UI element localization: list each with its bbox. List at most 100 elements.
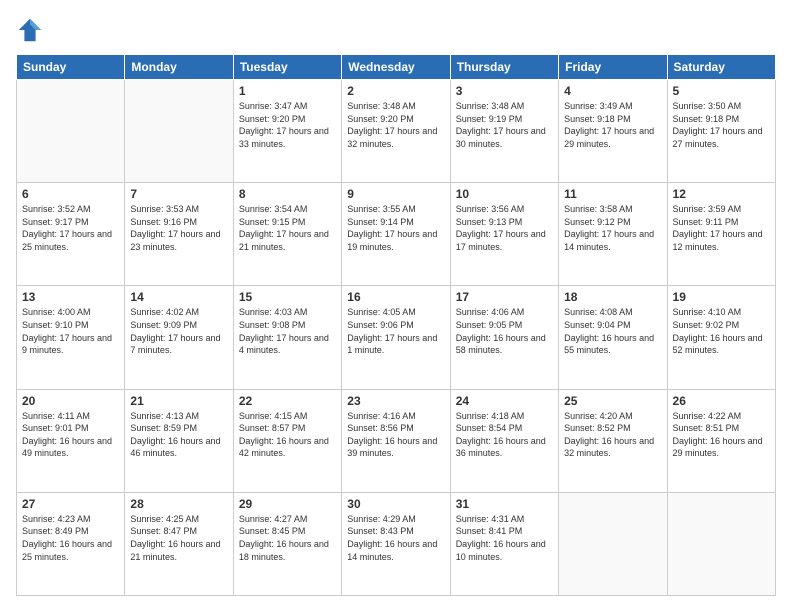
week-row-3: 13 Sunrise: 4:00 AMSunset: 9:10 PMDayligh… xyxy=(17,286,776,389)
day-number: 18 xyxy=(564,290,661,304)
calendar-cell: 9Sunrise: 3:55 AMSunset: 9:14 PMDaylight… xyxy=(342,183,450,286)
day-info: Sunrise: 3:53 AMSunset: 9:16 PMDaylight:… xyxy=(130,203,227,253)
day-number: 23 xyxy=(347,394,444,408)
day-number: 15 xyxy=(239,290,336,304)
calendar-cell: 6 Sunrise: 3:52 AMSunset: 9:17 PMDaylight… xyxy=(17,183,125,286)
calendar-cell: 7 Sunrise: 3:53 AMSunset: 9:16 PMDaylight… xyxy=(125,183,233,286)
day-info: Sunrise: 3:50 AMSunset: 9:18 PMDaylight:… xyxy=(673,100,770,150)
calendar-cell: 8 Sunrise: 3:54 AMSunset: 9:15 PMDaylight… xyxy=(233,183,341,286)
day-number: 7 xyxy=(130,187,227,201)
weekday-header-row: SundayMondayTuesdayWednesdayThursdayFrid… xyxy=(17,55,776,80)
calendar-cell: 12 Sunrise: 3:59 AMSunset: 9:11 PMDayligh… xyxy=(667,183,775,286)
calendar-cell: 18Sunrise: 4:08 AMSunset: 9:04 PMDayligh… xyxy=(559,286,667,389)
calendar-cell: 16 Sunrise: 4:05 AMSunset: 9:06 PMDayligh… xyxy=(342,286,450,389)
day-info: Sunrise: 4:10 AMSunset: 9:02 PMDaylight:… xyxy=(673,306,770,356)
day-info: Sunrise: 4:20 AMSunset: 8:52 PMDaylight:… xyxy=(564,410,661,460)
week-row-5: 27 Sunrise: 4:23 AMSunset: 8:49 PMDayligh… xyxy=(17,492,776,595)
calendar-cell: 22 Sunrise: 4:15 AMSunset: 8:57 PMDayligh… xyxy=(233,389,341,492)
day-info: Sunrise: 4:03 AMSunset: 9:08 PMDaylight:… xyxy=(239,306,336,356)
day-number: 11 xyxy=(564,187,661,201)
day-number: 3 xyxy=(456,84,553,98)
day-number: 19 xyxy=(673,290,770,304)
day-number: 14 xyxy=(130,290,227,304)
logo-icon xyxy=(16,16,44,44)
calendar-cell: 27 Sunrise: 4:23 AMSunset: 8:49 PMDayligh… xyxy=(17,492,125,595)
day-info: Sunrise: 3:56 AMSunset: 9:13 PMDaylight:… xyxy=(456,203,553,253)
day-number: 27 xyxy=(22,497,119,511)
calendar-cell: 11 Sunrise: 3:58 AMSunset: 9:12 PMDayligh… xyxy=(559,183,667,286)
day-number: 24 xyxy=(456,394,553,408)
calendar-cell: 28 Sunrise: 4:25 AMSunset: 8:47 PMDayligh… xyxy=(125,492,233,595)
day-info: Sunrise: 3:48 AMSunset: 9:19 PMDaylight:… xyxy=(456,100,553,150)
day-number: 26 xyxy=(673,394,770,408)
calendar-cell: 25 Sunrise: 4:20 AMSunset: 8:52 PMDayligh… xyxy=(559,389,667,492)
calendar-cell: 10 Sunrise: 3:56 AMSunset: 9:13 PMDayligh… xyxy=(450,183,558,286)
calendar-cell: 23Sunrise: 4:16 AMSunset: 8:56 PMDayligh… xyxy=(342,389,450,492)
day-number: 20 xyxy=(22,394,119,408)
day-info: Sunrise: 3:59 AMSunset: 9:11 PMDaylight:… xyxy=(673,203,770,253)
calendar-cell: 5Sunrise: 3:50 AMSunset: 9:18 PMDaylight… xyxy=(667,80,775,183)
weekday-header-thursday: Thursday xyxy=(450,55,558,80)
calendar-cell: 26 Sunrise: 4:22 AMSunset: 8:51 PMDayligh… xyxy=(667,389,775,492)
day-info: Sunrise: 3:52 AMSunset: 9:17 PMDaylight:… xyxy=(22,203,119,253)
day-number: 9 xyxy=(347,187,444,201)
week-row-1: 1 Sunrise: 3:47 AMSunset: 9:20 PMDaylight… xyxy=(17,80,776,183)
day-info: Sunrise: 4:13 AMSunset: 8:59 PMDaylight:… xyxy=(130,410,227,460)
calendar-cell: 29Sunrise: 4:27 AMSunset: 8:45 PMDayligh… xyxy=(233,492,341,595)
day-info: Sunrise: 4:06 AMSunset: 9:05 PMDaylight:… xyxy=(456,306,553,356)
day-info: Sunrise: 4:27 AMSunset: 8:45 PMDaylight:… xyxy=(239,513,336,563)
day-info: Sunrise: 4:25 AMSunset: 8:47 PMDaylight:… xyxy=(130,513,227,563)
day-number: 25 xyxy=(564,394,661,408)
day-number: 6 xyxy=(22,187,119,201)
day-info: Sunrise: 4:23 AMSunset: 8:49 PMDaylight:… xyxy=(22,513,119,563)
day-info: Sunrise: 4:11 AMSunset: 9:01 PMDaylight:… xyxy=(22,410,119,460)
day-info: Sunrise: 4:00 AMSunset: 9:10 PMDaylight:… xyxy=(22,306,119,356)
day-info: Sunrise: 4:15 AMSunset: 8:57 PMDaylight:… xyxy=(239,410,336,460)
calendar-cell: 19 Sunrise: 4:10 AMSunset: 9:02 PMDayligh… xyxy=(667,286,775,389)
day-number: 8 xyxy=(239,187,336,201)
day-info: Sunrise: 4:05 AMSunset: 9:06 PMDaylight:… xyxy=(347,306,444,356)
day-number: 21 xyxy=(130,394,227,408)
weekday-header-sunday: Sunday xyxy=(17,55,125,80)
calendar-cell: 30Sunrise: 4:29 AMSunset: 8:43 PMDayligh… xyxy=(342,492,450,595)
page: SundayMondayTuesdayWednesdayThursdayFrid… xyxy=(0,0,792,612)
day-number: 28 xyxy=(130,497,227,511)
calendar-cell xyxy=(559,492,667,595)
day-info: Sunrise: 3:49 AMSunset: 9:18 PMDaylight:… xyxy=(564,100,661,150)
day-info: Sunrise: 4:29 AMSunset: 8:43 PMDaylight:… xyxy=(347,513,444,563)
calendar-cell xyxy=(17,80,125,183)
day-number: 10 xyxy=(456,187,553,201)
calendar-cell: 4 Sunrise: 3:49 AMSunset: 9:18 PMDaylight… xyxy=(559,80,667,183)
week-row-4: 20 Sunrise: 4:11 AMSunset: 9:01 PMDayligh… xyxy=(17,389,776,492)
day-number: 2 xyxy=(347,84,444,98)
calendar-cell: 13 Sunrise: 4:00 AMSunset: 9:10 PMDayligh… xyxy=(17,286,125,389)
day-number: 1 xyxy=(239,84,336,98)
day-info: Sunrise: 3:58 AMSunset: 9:12 PMDaylight:… xyxy=(564,203,661,253)
logo xyxy=(16,16,48,44)
day-info: Sunrise: 4:18 AMSunset: 8:54 PMDaylight:… xyxy=(456,410,553,460)
day-number: 12 xyxy=(673,187,770,201)
calendar-cell: 20 Sunrise: 4:11 AMSunset: 9:01 PMDayligh… xyxy=(17,389,125,492)
weekday-header-wednesday: Wednesday xyxy=(342,55,450,80)
day-info: Sunrise: 3:54 AMSunset: 9:15 PMDaylight:… xyxy=(239,203,336,253)
calendar-cell: 24 Sunrise: 4:18 AMSunset: 8:54 PMDayligh… xyxy=(450,389,558,492)
calendar-cell: 3 Sunrise: 3:48 AMSunset: 9:19 PMDaylight… xyxy=(450,80,558,183)
day-info: Sunrise: 3:47 AMSunset: 9:20 PMDaylight:… xyxy=(239,100,336,150)
weekday-header-tuesday: Tuesday xyxy=(233,55,341,80)
calendar-cell xyxy=(667,492,775,595)
calendar-cell: 31Sunrise: 4:31 AMSunset: 8:41 PMDayligh… xyxy=(450,492,558,595)
day-number: 31 xyxy=(456,497,553,511)
day-number: 17 xyxy=(456,290,553,304)
calendar: SundayMondayTuesdayWednesdayThursdayFrid… xyxy=(16,54,776,596)
header xyxy=(16,16,776,44)
day-info: Sunrise: 3:48 AMSunset: 9:20 PMDaylight:… xyxy=(347,100,444,150)
calendar-cell: 2 Sunrise: 3:48 AMSunset: 9:20 PMDaylight… xyxy=(342,80,450,183)
day-number: 16 xyxy=(347,290,444,304)
weekday-header-friday: Friday xyxy=(559,55,667,80)
day-number: 22 xyxy=(239,394,336,408)
day-info: Sunrise: 4:22 AMSunset: 8:51 PMDaylight:… xyxy=(673,410,770,460)
week-row-2: 6 Sunrise: 3:52 AMSunset: 9:17 PMDaylight… xyxy=(17,183,776,286)
calendar-cell: 21 Sunrise: 4:13 AMSunset: 8:59 PMDayligh… xyxy=(125,389,233,492)
day-number: 4 xyxy=(564,84,661,98)
day-number: 13 xyxy=(22,290,119,304)
